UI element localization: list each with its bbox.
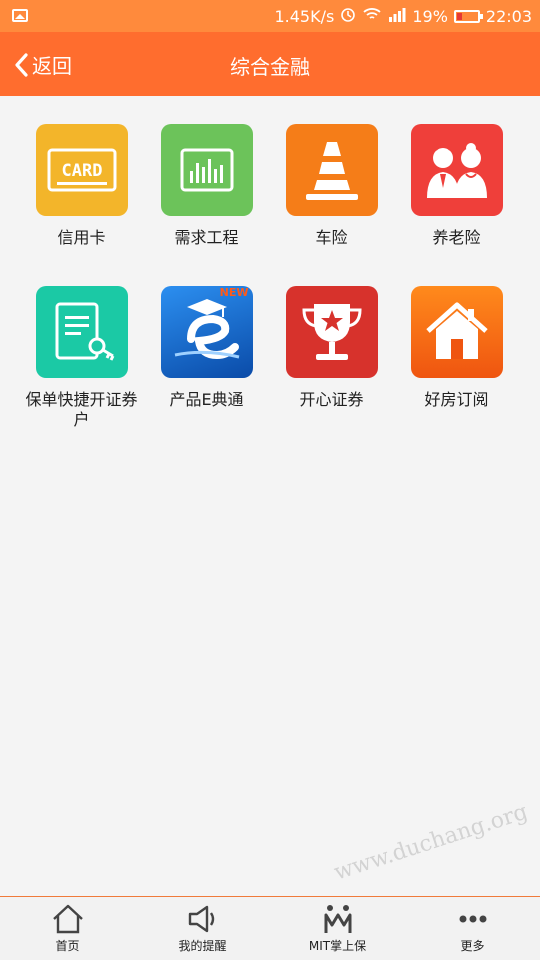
app-label: 好房订阅 — [424, 390, 489, 409]
tab-mit[interactable]: MIT掌上保 — [270, 897, 405, 960]
app-item-pension-insurance[interactable]: 养老险 — [394, 124, 519, 248]
tab-reminders[interactable]: 我的提醒 — [135, 897, 270, 960]
traffic-cone-icon — [285, 124, 378, 216]
app-label: 开心证券 — [299, 390, 364, 409]
tab-label: 我的提醒 — [178, 939, 227, 953]
tab-label: 更多 — [460, 939, 485, 953]
elderly-couple-icon — [410, 124, 503, 216]
app-label: 养老险 — [432, 228, 481, 247]
app-item-requirement-engineering[interactable]: 需求工程 — [144, 124, 269, 248]
app-label: 产品E典通 — [169, 390, 244, 409]
card-icon-text: CARD — [61, 161, 102, 181]
watermark: www.duchang.org — [331, 799, 531, 886]
card-icon: CARD — [35, 124, 128, 216]
tab-home[interactable]: 首页 — [0, 897, 135, 960]
trophy-icon — [285, 286, 378, 378]
signal-icon — [388, 7, 406, 26]
app-item-credit-card[interactable]: CARD 信用卡 — [19, 124, 144, 248]
speaker-icon — [188, 905, 214, 933]
chart-board-icon — [160, 124, 253, 216]
house-icon — [410, 286, 503, 378]
home-icon — [52, 904, 83, 934]
app-item-securities-account[interactable]: 保单快捷开证券户 — [19, 286, 144, 430]
app-label: 信用卡 — [57, 228, 106, 247]
status-bar: 1.45K/s 19% 22:03 — [0, 0, 540, 32]
wifi-icon — [362, 6, 382, 26]
app-label: 保单快捷开证券户 — [25, 390, 138, 429]
bottom-tab-bar: 首页 我的提醒 MIT掌上保 更多 — [0, 896, 540, 960]
e-graduation-icon: NEW — [160, 286, 253, 378]
clock: 22:03 — [485, 6, 532, 26]
tab-label: MIT掌上保 — [308, 939, 367, 953]
alarm-icon — [340, 6, 356, 26]
app-item-product-e-guide[interactable]: NEW 产品E典通 — [144, 286, 269, 410]
battery-percent: 19% — [412, 6, 448, 26]
page-title: 综合金融 — [230, 55, 310, 79]
app-item-car-insurance[interactable]: 车险 — [269, 124, 394, 248]
network-speed: 1.45K/s — [274, 6, 335, 26]
battery-icon — [453, 9, 483, 23]
nav-bar: 返回 综合金融 — [0, 32, 540, 96]
status-indicators: 1.45K/s 19% 22:03 — [274, 6, 532, 26]
tab-label: 首页 — [55, 939, 80, 953]
new-badge: NEW — [219, 286, 249, 299]
app-label: 车险 — [315, 228, 348, 247]
mit-icon — [324, 905, 351, 933]
tab-more[interactable]: 更多 — [405, 897, 540, 960]
image-notification-icon — [12, 9, 28, 22]
app-label: 需求工程 — [174, 228, 239, 247]
document-key-icon — [35, 286, 128, 378]
app-item-house-subscription[interactable]: 好房订阅 — [394, 286, 519, 410]
more-dots-icon — [459, 915, 486, 923]
app-item-happy-securities[interactable]: 开心证券 — [269, 286, 394, 410]
